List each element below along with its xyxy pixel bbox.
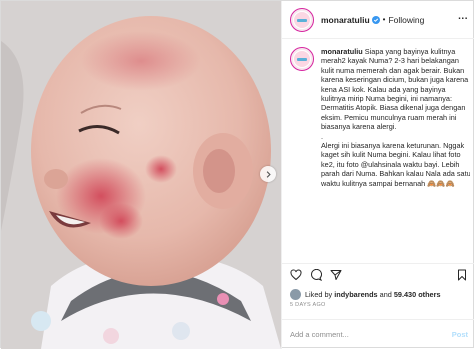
heart-icon[interactable]	[290, 269, 302, 281]
author-username[interactable]: monaratuliu	[321, 15, 370, 25]
likes-prefix: Liked by	[305, 290, 333, 299]
next-photo-button[interactable]	[260, 166, 276, 182]
caption-body: monaratuliu Siapa yang bayinya kulitnya …	[321, 47, 470, 188]
comment-input[interactable]: Add a comment...	[290, 330, 452, 339]
verified-badge-icon	[371, 15, 380, 24]
chevron-right-icon	[266, 170, 271, 178]
following-button[interactable]: Following	[388, 15, 424, 25]
avatar-image	[293, 50, 311, 68]
likes-and: and	[379, 290, 392, 299]
baby-photo-illustration	[1, 1, 281, 349]
liker-username[interactable]: indybarends	[334, 290, 377, 299]
caption-text: Siapa yang bayinya kulitnya merah2 kayak…	[321, 47, 470, 188]
post-timestamp[interactable]: 5 DAYS AGO	[290, 302, 326, 308]
likes-count-link[interactable]: 59.430 others	[394, 290, 441, 299]
action-bar	[282, 263, 474, 285]
liker-avatar[interactable]	[290, 289, 301, 300]
likes-summary: Liked by indybarends and 59.430 others	[290, 289, 441, 300]
caption-username[interactable]: monaratuliu	[321, 47, 363, 56]
header-separator: •	[382, 15, 386, 24]
comment-box: Add a comment... Post	[282, 319, 474, 349]
post-caption: monaratuliu Siapa yang bayinya kulitnya …	[290, 47, 470, 257]
post-header: monaratuliu • Following ...	[282, 1, 474, 39]
comment-icon[interactable]	[310, 269, 322, 281]
post-sidebar: monaratuliu • Following ... monaratuliu …	[281, 1, 474, 349]
avatar-image	[293, 10, 311, 29]
author-avatar[interactable]	[290, 7, 314, 32]
bookmark-icon[interactable]	[456, 269, 468, 281]
caption-avatar[interactable]	[290, 47, 314, 71]
more-options-button[interactable]: ...	[458, 12, 468, 22]
post-photo[interactable]	[1, 1, 281, 349]
share-icon[interactable]	[330, 269, 342, 281]
post-comment-button[interactable]: Post	[452, 330, 468, 339]
instagram-post: monaratuliu • Following ... monaratuliu …	[0, 0, 474, 349]
